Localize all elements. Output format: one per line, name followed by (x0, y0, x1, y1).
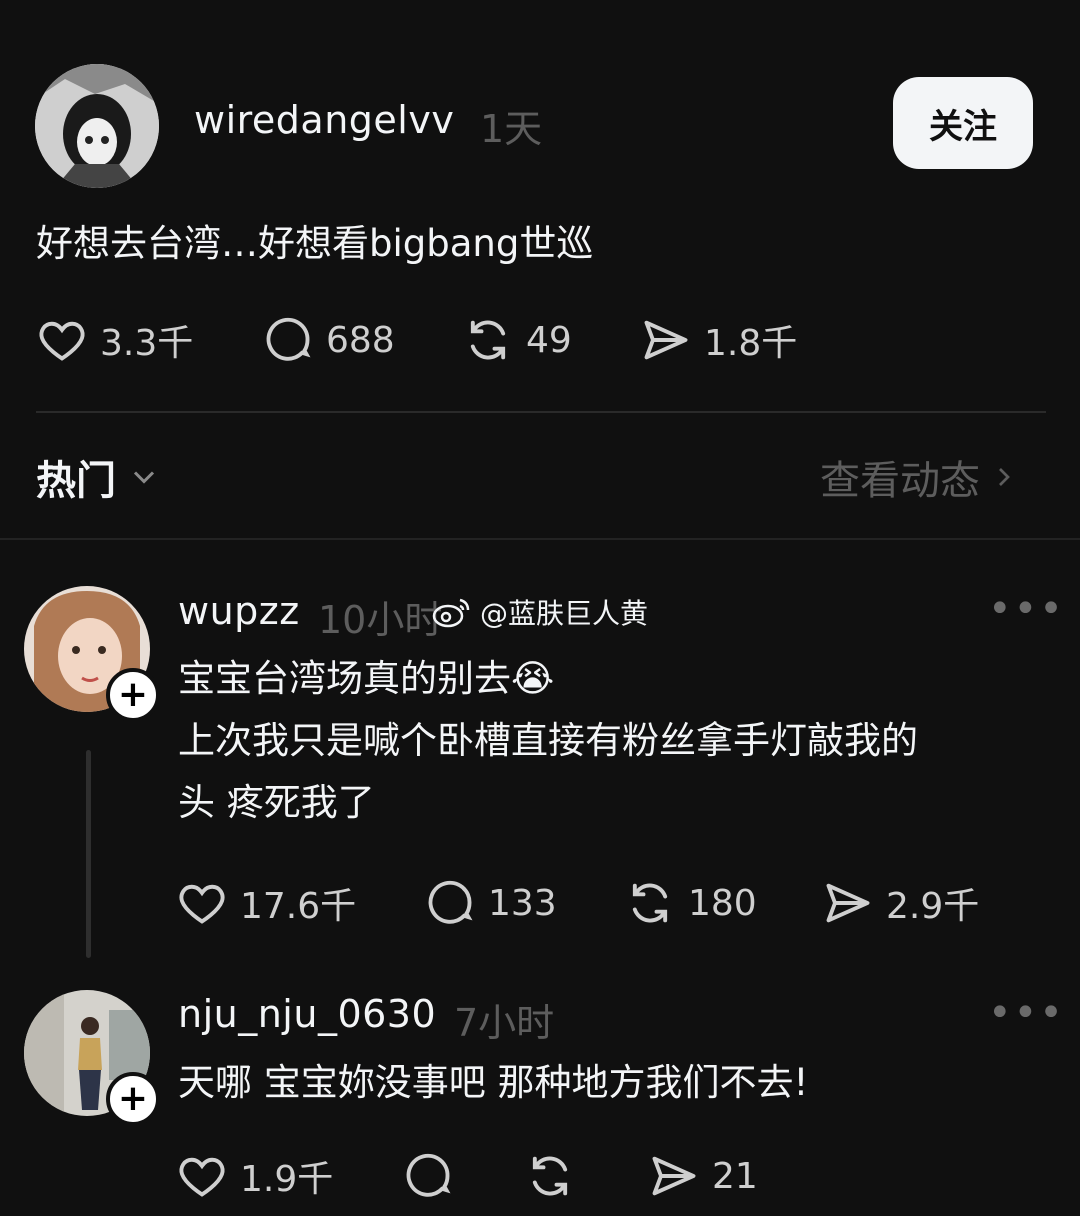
more-icon[interactable]: ••• (988, 990, 1065, 1036)
reply-share-button[interactable]: 21 (648, 1150, 758, 1202)
more-icon[interactable]: ••• (988, 586, 1065, 632)
post-author-avatar[interactable] (35, 64, 159, 188)
post-text: 好想去台湾…好想看bigbang世巡 (36, 222, 594, 265)
post-repost-count: 49 (526, 319, 572, 361)
weibo-logo-icon (432, 598, 470, 628)
reply-share-count: 21 (712, 1155, 758, 1197)
follow-button[interactable]: 关注 (893, 77, 1033, 169)
reply-username[interactable]: nju_nju_0630 (178, 992, 436, 1036)
reply-repost-button[interactable] (524, 1150, 576, 1202)
post-timestamp: 1天 (480, 107, 543, 151)
sort-dropdown[interactable]: 热门 (36, 448, 162, 506)
post-share-button[interactable]: 1.8千 (640, 314, 797, 366)
comment-icon (428, 880, 473, 924)
follow-plus-icon[interactable]: + (106, 1072, 160, 1126)
reply-text-line: 头 疼死我了 (178, 781, 375, 824)
reply-text-line: 宝宝台湾场真的别去😭 (178, 657, 555, 700)
view-activity-link[interactable]: 查看动态 (820, 448, 1020, 506)
repost-icon (532, 1156, 568, 1196)
post-author-username[interactable]: wiredangelvv (194, 98, 454, 142)
reply-like-count: 17.6千 (240, 886, 357, 927)
view-activity-label: 查看动态 (820, 458, 980, 504)
post-like-button[interactable]: 3.3千 (36, 314, 193, 366)
reply-like-count: 1.9千 (240, 1159, 334, 1200)
post-comment-count: 688 (326, 319, 395, 361)
sort-label: 热门 (36, 458, 116, 504)
comment-icon (266, 317, 311, 361)
post-repost-button[interactable]: 49 (462, 314, 572, 366)
heart-icon (39, 321, 85, 361)
repost-icon (632, 883, 668, 923)
reply-like-button[interactable]: 1.9千 (176, 1150, 333, 1202)
chevron-down-icon (133, 471, 155, 484)
reply-comment-button[interactable]: 133 (424, 877, 557, 929)
reply-comment-count: 133 (488, 882, 557, 924)
heart-icon (179, 884, 225, 924)
reply-repost-count: 180 (688, 882, 757, 924)
post-like-count: 3.3千 (100, 323, 194, 364)
post-share-count: 1.8千 (704, 323, 798, 364)
reply-share-count: 2.9千 (886, 886, 980, 927)
divider (36, 411, 1046, 413)
chevron-right-icon (999, 468, 1010, 486)
repost-icon (470, 320, 506, 360)
share-icon (826, 883, 870, 923)
reply-text-line: 天哪 宝宝妳没事吧 那种地方我们不去! (178, 1061, 809, 1104)
reply-like-button[interactable]: 17.6千 (176, 877, 356, 929)
reply-text-line: 上次我只是喊个卧槽直接有粉丝拿手灯敲我的 (178, 719, 918, 762)
section-divider (0, 538, 1080, 540)
heart-icon (179, 1157, 225, 1197)
follow-plus-icon[interactable]: + (106, 668, 160, 722)
share-icon (652, 1156, 696, 1196)
share-icon (644, 320, 688, 360)
reply-repost-button[interactable]: 180 (624, 877, 757, 929)
watermark: @蓝肤巨人黄 (430, 592, 648, 632)
reply-comment-button[interactable] (402, 1150, 454, 1202)
reply-share-button[interactable]: 2.9千 (822, 877, 979, 929)
post-comment-button[interactable]: 688 (262, 314, 395, 366)
reply-timestamp: 10小时 (318, 598, 443, 642)
reply-timestamp: 7小时 (454, 1001, 555, 1045)
reply-username[interactable]: wupzz (178, 589, 300, 633)
comment-icon (406, 1153, 451, 1197)
thread-line (86, 750, 91, 958)
